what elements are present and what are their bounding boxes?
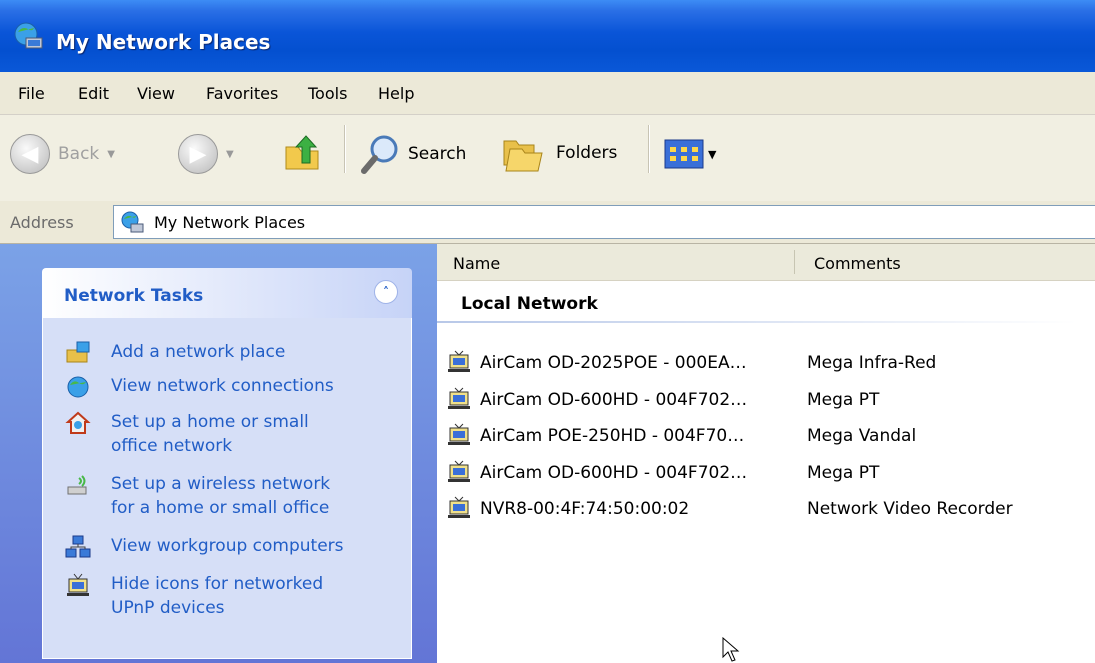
column-comments[interactable]: Comments — [814, 254, 901, 273]
network-tasks-title: Network Tasks — [64, 286, 204, 306]
menu-view[interactable]: View — [137, 84, 175, 103]
folders-button[interactable]: Folders — [500, 133, 617, 173]
network-tasks-header[interactable]: Network Tasks ˄ — [42, 268, 412, 318]
menu-bar: File Edit View Favorites Tools Help — [0, 72, 1095, 115]
forward-dropdown-icon[interactable]: ▼ — [226, 149, 234, 160]
task-set-up-home-network[interactable]: Set up a home or small office network — [65, 410, 309, 458]
back-dropdown-icon[interactable]: ▼ — [107, 149, 115, 160]
window-title: My Network Places — [56, 30, 271, 54]
globe-icon — [67, 376, 89, 398]
task-set-up-wireless-network[interactable]: Set up a wireless network for a home or s… — [65, 472, 330, 520]
group-divider — [437, 321, 1077, 323]
explorer-window: My Network Places File Edit View Favorit… — [0, 0, 1095, 663]
task-view-network-connections[interactable]: View network connections — [65, 374, 334, 400]
network-tasks-list: Add a network place View network connect… — [42, 318, 412, 659]
views-button[interactable]: ▼ — [664, 139, 716, 169]
task-view-workgroup-computers[interactable]: View workgroup computers — [65, 534, 344, 560]
upnp-device-icon — [448, 387, 470, 409]
menu-help[interactable]: Help — [378, 84, 414, 103]
column-header: Name Comments — [437, 244, 1095, 281]
upnp-device-icon — [448, 350, 470, 372]
views-icon — [664, 139, 704, 169]
network-places-icon — [14, 22, 43, 49]
group-header: Local Network — [461, 294, 598, 314]
file-list: Name Comments Local Network AirCam OD-20… — [437, 244, 1095, 663]
up-folder-button[interactable] — [282, 133, 322, 173]
task-add-network-place[interactable]: Add a network place — [65, 340, 285, 366]
views-dropdown-icon[interactable]: ▼ — [708, 148, 716, 161]
menu-edit[interactable]: Edit — [78, 84, 109, 103]
menu-tools[interactable]: Tools — [308, 84, 347, 103]
address-value: My Network Places — [154, 213, 306, 232]
list-item[interactable]: AirCam POE-250HD - 004F70… Mega Vandal — [447, 421, 1087, 451]
add-network-place-icon — [66, 341, 90, 363]
home-network-icon — [65, 411, 91, 434]
wireless-network-icon — [67, 475, 87, 495]
menu-favorites[interactable]: Favorites — [206, 84, 278, 103]
back-button[interactable]: ◀ Back ▼ — [10, 134, 115, 174]
title-bar[interactable]: My Network Places — [0, 0, 1095, 72]
address-label: Address — [10, 213, 74, 232]
folders-icon — [503, 140, 543, 172]
list-item[interactable]: AirCam OD-600HD - 004F702… Mega PT — [447, 385, 1087, 415]
toolbar: ◀ Back ▼ ▶ ▼ Search Folders ▼ — [0, 115, 1095, 202]
forward-button[interactable]: ▶ ▼ — [178, 134, 234, 174]
collapse-chevron-icon[interactable]: ˄ — [374, 280, 398, 304]
list-item[interactable]: NVR8-00:4F:74:50:00:02 Network Video Rec… — [447, 494, 1087, 524]
forward-arrow-icon: ▶ — [178, 134, 218, 174]
list-item[interactable]: AirCam OD-600HD - 004F702… Mega PT — [447, 458, 1087, 488]
mouse-pointer-icon — [722, 637, 740, 662]
column-name[interactable]: Name — [453, 254, 500, 273]
network-places-icon — [121, 211, 144, 233]
back-arrow-icon: ◀ — [10, 134, 50, 174]
upnp-device-icon — [448, 496, 470, 518]
upnp-device-icon — [67, 573, 89, 596]
menu-file[interactable]: File — [18, 84, 45, 103]
task-hide-upnp-icons[interactable]: Hide icons for networked UPnP devices — [65, 572, 323, 620]
address-bar: Address My Network Places — [0, 201, 1095, 244]
upnp-device-icon — [448, 460, 470, 482]
up-folder-icon — [285, 135, 319, 170]
workgroup-computers-icon — [65, 535, 91, 558]
search-icon — [361, 135, 398, 174]
upnp-device-icon — [448, 423, 470, 445]
task-pane: Network Tasks ˄ Add a network place View… — [0, 244, 437, 663]
search-button[interactable]: Search — [360, 133, 466, 175]
address-field[interactable]: My Network Places — [113, 205, 1095, 239]
list-item[interactable]: AirCam OD-2025POE - 000EA… Mega Infra-Re… — [447, 348, 1087, 378]
